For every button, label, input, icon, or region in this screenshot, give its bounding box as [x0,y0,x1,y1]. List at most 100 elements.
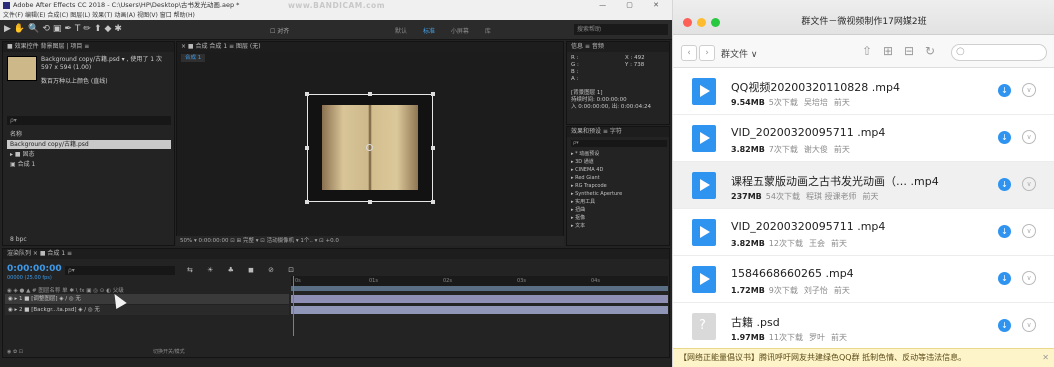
viewer-toolbar[interactable]: 50% ▾ 0:00:00:00 ⊡ ⊞ 完整 ▾ ⊡ 活动摄像机 ▾ 1个..… [176,236,564,246]
effect-category[interactable]: ▸ 扭曲 [571,207,585,215]
more-options-icon[interactable]: ∨ [1022,83,1036,97]
workspace-small[interactable]: 小屏幕 [451,28,469,35]
effect-category[interactable]: ▸ 抠像 [571,215,585,223]
unknown-file-icon [692,313,716,340]
workspace-library[interactable]: 库 [485,28,491,35]
file-name[interactable]: 课程五蒙版动画之古书发光动画（… .mp4 [731,173,939,189]
transform-handle[interactable] [431,146,435,150]
after-effects-window: Adobe After Effects CC 2018 - C:\Users\H… [0,0,672,367]
layer-row-adjustment[interactable]: ◉ ▸ 1 ■ [调整图层] ◈ / ◎ 无 [5,294,289,304]
ae-window-controls[interactable]: — ▢ ✕ [599,0,668,11]
more-options-icon[interactable]: ∨ [1022,130,1036,144]
info-panel-header[interactable]: 信息 ≡ 音频 [567,42,669,52]
download-icon[interactable]: ↓ [998,319,1011,332]
project-panel-header[interactable]: ■ 效果控件 背景图层 | 项目 ≡ [3,42,174,52]
timecode-fps: 00000 (25.00 fps) [7,275,52,281]
project-row-psd[interactable]: Background copy/古籍.psd [7,140,171,149]
new-folder-icon[interactable]: ⊞ [881,44,895,58]
more-options-icon[interactable]: ∨ [1022,318,1036,332]
refresh-icon[interactable]: ↻ [923,44,937,58]
effect-category[interactable]: ▸ 文本 [571,223,585,231]
close-notice-icon[interactable]: ✕ [1042,349,1049,367]
layer-bar-background[interactable] [291,306,668,314]
more-options-icon[interactable]: ∨ [1022,177,1036,191]
file-name[interactable]: VID_20200320095711 .mp4 [731,220,885,233]
project-column-name[interactable]: 名称 [7,130,171,139]
ae-tool-icons[interactable]: ▶✋🔍⟲▣✒T✏⬆◆✱ [4,24,125,34]
list-item[interactable]: VID_20200320095711 .mp4 3.82MB 12次下载 王会 前天 … [673,209,1054,256]
layer-bar-adjustment[interactable] [291,295,668,303]
video-file-icon [692,125,716,152]
list-item[interactable]: 古籍 .psd 1.97MB11次下载罗叶前天 ↓ ∨ [673,303,1054,350]
more-options-icon[interactable]: ∨ [1022,271,1036,285]
work-area-bar[interactable] [291,286,668,291]
timeline-search-input[interactable]: ρ▾ [65,266,175,275]
transform-handle[interactable] [305,146,309,150]
transform-handle[interactable] [431,92,435,96]
effect-category[interactable]: ▸ 实用工具 [571,199,595,207]
transform-handle[interactable] [368,200,372,204]
current-timecode[interactable]: 0:00:00:00 [7,264,62,274]
effect-category[interactable]: ▸ Synthetic Aperture [571,191,622,199]
file-name[interactable]: QQ视频20200320110828 .mp4 [731,79,900,95]
file-meta: 9.54MB 5次下载 吴培培 前天 [731,98,850,107]
notice-text[interactable]: 【网络正能量倡议书】腾讯呼吁网友共建绿色QQ群 抵制色情、反动等违法信息。 [679,353,966,362]
anchor-point-icon[interactable] [366,144,373,151]
toggle-switches-modes[interactable]: 切换开关/模式 [153,348,185,355]
transform-handle[interactable] [305,92,309,96]
timeline-switch-icons[interactable]: ⇆ ☀ ♣ ◼ ⊘ ⊡ [187,266,300,274]
effects-panel-header[interactable]: 效果和预设 ≡ 字符 [567,127,669,137]
file-name[interactable]: 古籍 .psd [731,314,780,330]
file-meta: 1.97MB 11次下载 罗叶 前天 [731,333,847,342]
project-search-input[interactable]: ρ▾ [7,116,171,125]
viewer-header[interactable]: × ■ 合成 合成 1 ≡ 图层 (无) [177,42,563,52]
effect-category[interactable]: ▸ * 动画预设 [571,151,599,159]
project-row-solid[interactable]: ▸ ■ 固态 [7,150,171,159]
project-footer[interactable]: 8 bpc [7,235,87,244]
viewer-comp-tab[interactable]: 合成 1 [181,54,206,62]
ae-title-bar: Adobe After Effects CC 2018 - C:\Users\H… [0,0,672,11]
file-name[interactable]: VID_20200320095711 .mp4 [731,126,885,139]
transform-handle[interactable] [431,200,435,204]
composition-viewer[interactable]: × ■ 合成 合成 1 ≡ 图层 (无) 合成 1 [176,41,564,246]
snap-checkbox[interactable]: ☐ 对齐 [270,26,289,35]
layer-row-background[interactable]: ◉ ▸ 2 ■ [Backgr...ta.psd] ◈ / ◎ 无 [5,305,289,315]
timeline-header[interactable]: 渲染队列 × ■ 合成 1 ≡ [3,249,669,259]
workspace-standard[interactable]: 标准 [423,28,435,35]
effect-category[interactable]: ▸ 3D 通道 [571,159,594,167]
forward-button[interactable]: › [699,45,715,61]
back-button[interactable]: ‹ [681,45,697,61]
effect-category[interactable]: ▸ Red Giant [571,175,600,183]
playhead[interactable] [293,276,294,336]
file-name[interactable]: 1584668660265 .mp4 [731,267,854,280]
help-search-input[interactable]: 搜索帮助 [574,24,668,35]
more-options-icon[interactable]: ∨ [1022,224,1036,238]
transform-handle[interactable] [368,92,372,96]
download-icon[interactable]: ↓ [998,272,1011,285]
list-item[interactable]: VID_20200320095711 .mp4 3.82MB 7次下载 谢大俊 前天 … [673,115,1054,162]
download-icon[interactable]: ↓ [998,225,1011,238]
list-item[interactable]: 课程五蒙版动画之古书发光动画（… .mp4 237MB 54次下载 程琪 授课老师前… [673,162,1054,209]
file-search-input[interactable]: ○ [951,44,1047,61]
save-icon[interactable]: ⊟ [902,44,916,58]
effect-category[interactable]: ▸ RG Trapcode [571,183,607,191]
download-icon[interactable]: ↓ [998,84,1011,97]
timeline-columns: ◉ ◈ ● ▲ # 图层名称 单 ✱ \ fx ▣ ◎ ⊙ ◐ 父级 [7,288,124,294]
download-icon[interactable]: ↓ [998,178,1011,191]
project-row-comp[interactable]: ▣ 合成 1 [7,160,171,169]
effect-category[interactable]: ▸ CINEMA 4D [571,167,603,175]
workspace-switcher[interactable]: 默认 标准 小屏幕 库 [395,26,491,35]
upload-icon[interactable]: ⇧ [860,44,874,58]
timeline-footer-icons[interactable]: ◉ ✿ ⊡ [7,349,23,355]
window-title: 群文件－微视频制作17网媒2班 [801,17,927,27]
download-icon[interactable]: ↓ [998,131,1011,144]
effects-search-input[interactable]: ρ▾ [571,140,667,147]
transform-handle[interactable] [305,200,309,204]
workspace-default[interactable]: 默认 [395,28,407,35]
list-item[interactable]: QQ视频20200320110828 .mp4 9.54MB 5次下载 吴培培 前天 … [673,68,1054,115]
list-item[interactable]: 1584668660265 .mp4 1.72MB 9次下载 刘子怡 前天 ↓ ∨ [673,256,1054,303]
ae-menu-bar[interactable]: 文件(F) 编辑(E) 合成(C) 图层(L) 效果(T) 动画(A) 视图(V… [0,11,672,20]
file-meta: 237MB 54次下载 程琪 授课老师 前天 [731,192,879,201]
time-ruler[interactable]: 0s 01s 02s 03s 04s [291,276,668,286]
breadcrumb[interactable]: 群文件 ∨ [721,47,757,60]
